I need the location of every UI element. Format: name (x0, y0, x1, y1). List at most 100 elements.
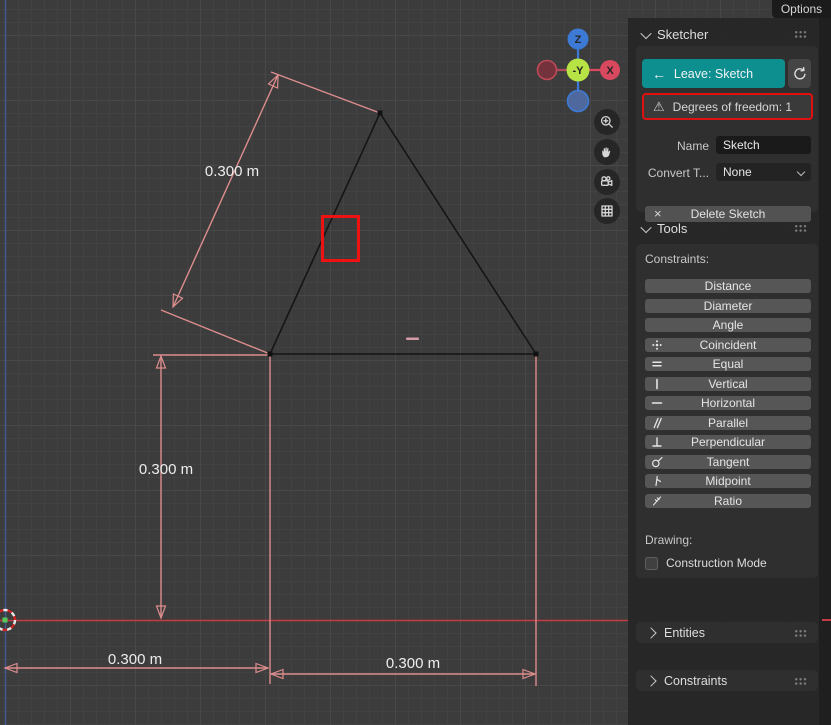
constraints-section-label: Constraints: (645, 252, 710, 266)
sketch-black-lines[interactable] (269, 112, 537, 355)
ratio-icon (651, 495, 663, 510)
options-tab-label: Options (780, 2, 823, 16)
panel-grip-icon[interactable] (794, 224, 808, 232)
selection-box (321, 215, 360, 262)
dof-warning-text: Degrees of freedom: 1 (672, 99, 793, 114)
coincident-icon (651, 339, 663, 354)
x-axis-line-edge (822, 619, 831, 621)
constraint-button-ratio[interactable]: Ratio (645, 494, 811, 508)
constraint-button-distance[interactable]: Distance (645, 279, 811, 293)
button-label: Perpendicular (690, 435, 766, 449)
gizmo-x-label: X (606, 65, 614, 77)
constraint-button-perpendicular[interactable]: Perpendicular (645, 435, 811, 449)
chevron-down-icon (640, 27, 652, 39)
constraint-button-horizontal[interactable]: Horizontal (645, 396, 811, 410)
back-arrow-icon: ← (652, 65, 666, 82)
button-label: Parallel (707, 416, 749, 430)
dimension-label-vertical[interactable]: 0.300 m (139, 461, 193, 478)
panel-grip-icon (794, 629, 808, 637)
camera-view-button[interactable] (594, 169, 620, 195)
update-sketch-button[interactable] (788, 59, 811, 88)
construction-mode-checkbox[interactable] (645, 556, 658, 570)
horizontal-icon (651, 397, 663, 412)
button-label: Horizontal (700, 396, 756, 410)
chevron-right-icon (645, 626, 657, 639)
leave-sketch-button[interactable]: ← Leave: Sketch (642, 59, 785, 88)
grid-icon (601, 205, 613, 217)
gizmo-minus-x-ball[interactable] (536, 59, 558, 81)
dimension-label-diagonal[interactable]: 0.300 m (205, 163, 259, 180)
sidebar-panel: Sketcher ← Leave: Sketch ⚠ Degrees of fr… (628, 0, 831, 725)
button-label: Vertical (708, 377, 748, 391)
dim-ext-vertex (160, 309, 271, 355)
dimension-label-bottom-left[interactable]: 0.300 m (108, 651, 162, 668)
button-label: Distance (704, 279, 752, 293)
constraint-button-angle[interactable]: Angle (645, 318, 811, 332)
button-label: Tangent (706, 455, 750, 469)
panel-header-sketcher[interactable]: Sketcher (640, 27, 709, 42)
panel-grip-icon[interactable] (794, 30, 808, 38)
equal-icon (651, 358, 663, 373)
gizmo-z-label: Z (575, 34, 582, 46)
roof-left-edge[interactable] (269, 112, 381, 355)
midpoint-icon (651, 475, 663, 490)
button-label: Ratio (713, 494, 742, 508)
dimension-label-bottom-right[interactable]: 0.300 m (386, 655, 440, 672)
blender-window: 0.300 m 0.300 m 0.300 m 0.300 m Z X -Y O… (0, 0, 831, 725)
delete-sketch-label: Delete Sketch (690, 207, 766, 221)
perpendicular-icon (651, 436, 663, 451)
delete-sketch-button[interactable]: × Delete Sketch (645, 206, 811, 222)
chevron-down-icon (640, 221, 652, 233)
tangent-icon (651, 456, 663, 471)
constraint-button-parallel[interactable]: Parallel (645, 416, 811, 430)
chevron-down-icon (796, 167, 806, 177)
construction-mode-row[interactable]: Construction Mode (645, 556, 767, 570)
button-label: Angle (712, 318, 744, 332)
construction-mode-label: Construction Mode (666, 556, 767, 570)
constraints-panel-title: Constraints (664, 673, 728, 688)
name-field-value: Sketch (723, 138, 760, 152)
horizontal-constraint-marker[interactable] (406, 337, 419, 341)
chevron-right-icon (645, 674, 657, 687)
zoom-in-icon (600, 115, 613, 128)
button-label: Coincident (699, 338, 757, 352)
vertical-icon (651, 378, 663, 393)
close-x-icon: × (654, 206, 662, 221)
degrees-of-freedom-warning: ⚠ Degrees of freedom: 1 (642, 93, 813, 120)
convert-type-dropdown[interactable]: None (716, 163, 811, 181)
panel-grip-icon (794, 677, 808, 685)
button-label: Equal (712, 357, 744, 371)
drawing-section-label: Drawing: (645, 533, 693, 547)
entities-title: Entities (664, 625, 705, 640)
parallel-icon (651, 417, 663, 432)
panel-header-entities[interactable]: Entities (636, 622, 818, 643)
refresh-icon (793, 66, 806, 79)
leave-sketch-label: Leave: Sketch (673, 66, 754, 81)
constraint-button-equal[interactable]: Equal (645, 357, 811, 371)
constraint-button-diameter[interactable]: Diameter (645, 299, 811, 313)
gizmo-y-label: -Y (573, 65, 585, 77)
pan-button[interactable] (594, 139, 620, 165)
constraint-button-coincident[interactable]: Coincident (645, 338, 811, 352)
tools-panel-body (636, 244, 818, 578)
dim-ext-apex (270, 71, 381, 114)
zoom-button[interactable] (594, 109, 620, 135)
constraint-button-vertical[interactable]: Vertical (645, 377, 811, 391)
orientation-gizmo[interactable]: Z X -Y (535, 25, 625, 117)
name-field[interactable]: Sketch (716, 136, 811, 154)
constraint-button-tangent[interactable]: Tangent (645, 455, 811, 469)
panel-header-tools[interactable]: Tools (640, 221, 687, 236)
sketch-pink-lines[interactable] (5, 71, 537, 686)
panel-header-constraints[interactable]: Constraints (636, 670, 818, 691)
grid-toggle-button[interactable] (594, 198, 620, 224)
button-label: Midpoint (705, 474, 751, 488)
pan-hand-icon (602, 147, 611, 158)
name-label: Name (676, 139, 709, 153)
dim-line-diagonal[interactable] (172, 74, 279, 308)
roof-right-edge[interactable] (379, 112, 537, 355)
convert-type-label: Convert T... (647, 166, 709, 180)
panel-title: Sketcher (657, 27, 709, 42)
options-tab[interactable]: Options (772, 0, 831, 18)
gizmo-minus-z-ball[interactable] (566, 89, 590, 113)
constraint-button-midpoint[interactable]: Midpoint (645, 474, 811, 488)
